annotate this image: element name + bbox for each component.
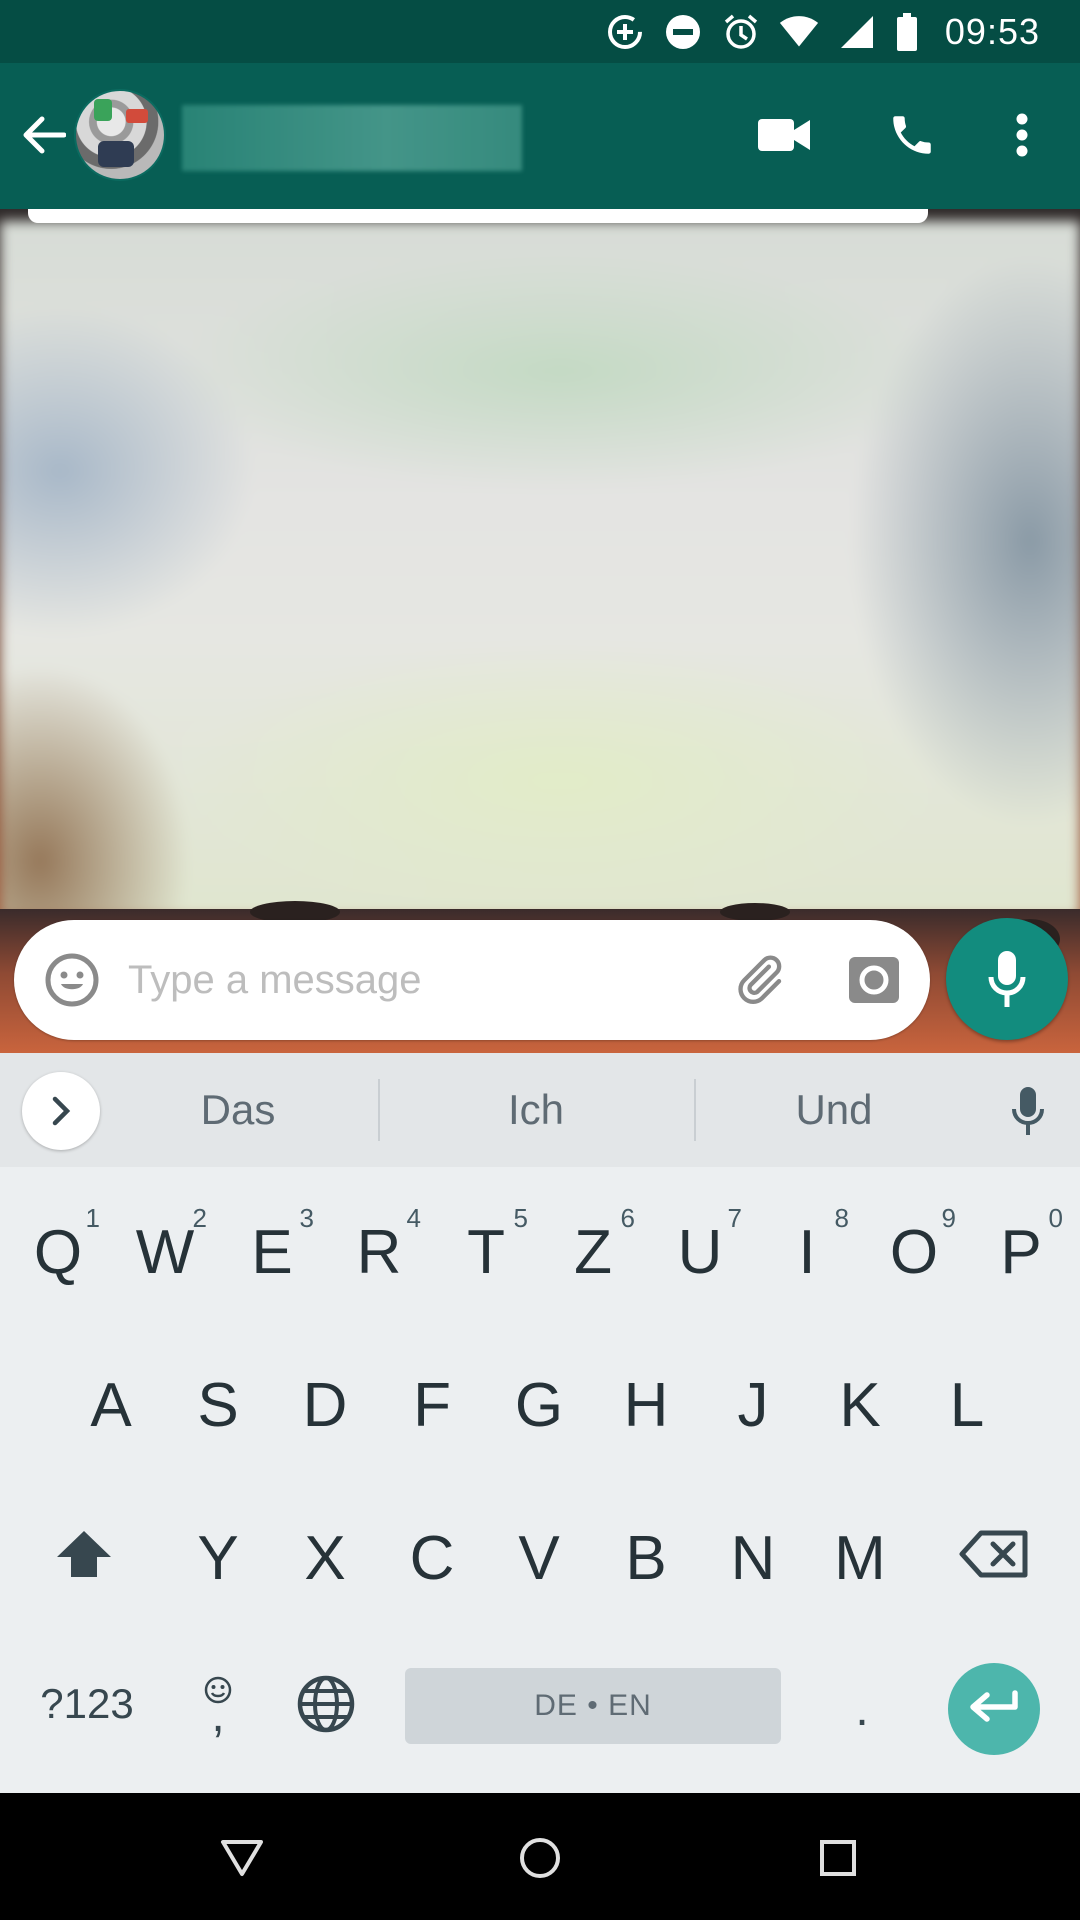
key-x[interactable]: X bbox=[275, 1489, 375, 1619]
voice-record-button[interactable] bbox=[946, 918, 1068, 1040]
keyboard: Das Ich Und 1Q 2W 3E 4R 5T 6Z 7U 8I 9O 0… bbox=[0, 1053, 1080, 1793]
recents-square-icon[interactable] bbox=[803, 1823, 873, 1893]
comma-emoji-key[interactable]: , bbox=[176, 1653, 260, 1753]
system-nav-bar bbox=[0, 1793, 1080, 1920]
key-j[interactable]: J bbox=[703, 1336, 803, 1466]
data-saver-icon bbox=[605, 12, 645, 52]
key-f[interactable]: F bbox=[382, 1336, 482, 1466]
video-call-icon[interactable] bbox=[752, 103, 816, 167]
expand-toolbar-button[interactable] bbox=[22, 1072, 100, 1150]
clock: 09:53 bbox=[944, 10, 1040, 52]
suggestion-3[interactable]: Und bbox=[736, 1077, 932, 1143]
contact-name[interactable] bbox=[182, 105, 522, 171]
suggestion-1[interactable]: Das bbox=[140, 1077, 336, 1143]
emoji-icon[interactable] bbox=[42, 950, 102, 1010]
blurred-message-image[interactable] bbox=[0, 221, 1080, 917]
shift-icon[interactable] bbox=[34, 1489, 134, 1619]
do-not-disturb-icon bbox=[663, 12, 703, 52]
key-e[interactable]: 3E bbox=[222, 1183, 322, 1313]
cell-signal-icon bbox=[837, 12, 877, 52]
contact-avatar[interactable] bbox=[74, 89, 166, 181]
enter-key[interactable] bbox=[948, 1663, 1040, 1755]
key-u[interactable]: 7U bbox=[650, 1183, 750, 1313]
key-p[interactable]: 0P bbox=[971, 1183, 1071, 1313]
attach-icon[interactable] bbox=[726, 948, 790, 1012]
key-h[interactable]: H bbox=[596, 1336, 696, 1466]
key-g[interactable]: G bbox=[489, 1336, 589, 1466]
camera-icon[interactable] bbox=[842, 948, 906, 1012]
key-o[interactable]: 9O bbox=[864, 1183, 964, 1313]
chat-header bbox=[0, 63, 1080, 209]
symbols-key[interactable]: ?123 bbox=[22, 1658, 152, 1750]
chevron-right-icon bbox=[52, 1096, 71, 1126]
message-input[interactable] bbox=[128, 945, 688, 1015]
key-c[interactable]: C bbox=[382, 1489, 482, 1619]
back-triangle-icon[interactable] bbox=[207, 1823, 277, 1893]
voice-input-icon[interactable] bbox=[1002, 1083, 1054, 1139]
message-bubble-edge bbox=[28, 209, 928, 223]
key-s[interactable]: S bbox=[168, 1336, 268, 1466]
key-d[interactable]: D bbox=[275, 1336, 375, 1466]
key-i[interactable]: 8I bbox=[757, 1183, 857, 1313]
key-r[interactable]: 4R bbox=[329, 1183, 429, 1313]
key-v[interactable]: V bbox=[489, 1489, 589, 1619]
language-globe-icon[interactable] bbox=[284, 1658, 368, 1750]
key-n[interactable]: N bbox=[703, 1489, 803, 1619]
suggestion-strip: Das Ich Und bbox=[0, 1053, 1080, 1167]
back-arrow-icon[interactable] bbox=[18, 109, 70, 161]
microphone-icon bbox=[988, 951, 1026, 1007]
wifi-icon bbox=[779, 12, 819, 52]
home-circle-icon[interactable] bbox=[505, 1823, 575, 1893]
key-b[interactable]: B bbox=[596, 1489, 696, 1619]
battery-icon bbox=[895, 12, 919, 52]
key-m[interactable]: M bbox=[810, 1489, 910, 1619]
suggestion-divider bbox=[694, 1079, 696, 1141]
key-a[interactable]: A bbox=[61, 1336, 161, 1466]
key-w[interactable]: 2W bbox=[115, 1183, 215, 1313]
suggestion-divider bbox=[378, 1079, 380, 1141]
space-bar[interactable]: DE • EN bbox=[405, 1668, 781, 1744]
key-t[interactable]: 5T bbox=[436, 1183, 536, 1313]
voice-call-icon[interactable] bbox=[880, 103, 944, 167]
message-composer bbox=[14, 920, 930, 1040]
key-k[interactable]: K bbox=[810, 1336, 910, 1466]
key-y[interactable]: Y bbox=[168, 1489, 268, 1619]
period-key[interactable]: . bbox=[820, 1663, 904, 1755]
enter-arrow-icon bbox=[970, 1690, 1018, 1722]
backspace-icon[interactable] bbox=[944, 1489, 1044, 1619]
key-q[interactable]: 1Q bbox=[8, 1183, 108, 1313]
key-l[interactable]: L bbox=[917, 1336, 1017, 1466]
alarm-icon bbox=[721, 12, 761, 52]
more-options-icon[interactable] bbox=[990, 103, 1054, 167]
suggestion-2[interactable]: Ich bbox=[438, 1077, 634, 1143]
key-z[interactable]: 6Z bbox=[543, 1183, 643, 1313]
status-bar: 09:53 bbox=[0, 0, 1080, 63]
